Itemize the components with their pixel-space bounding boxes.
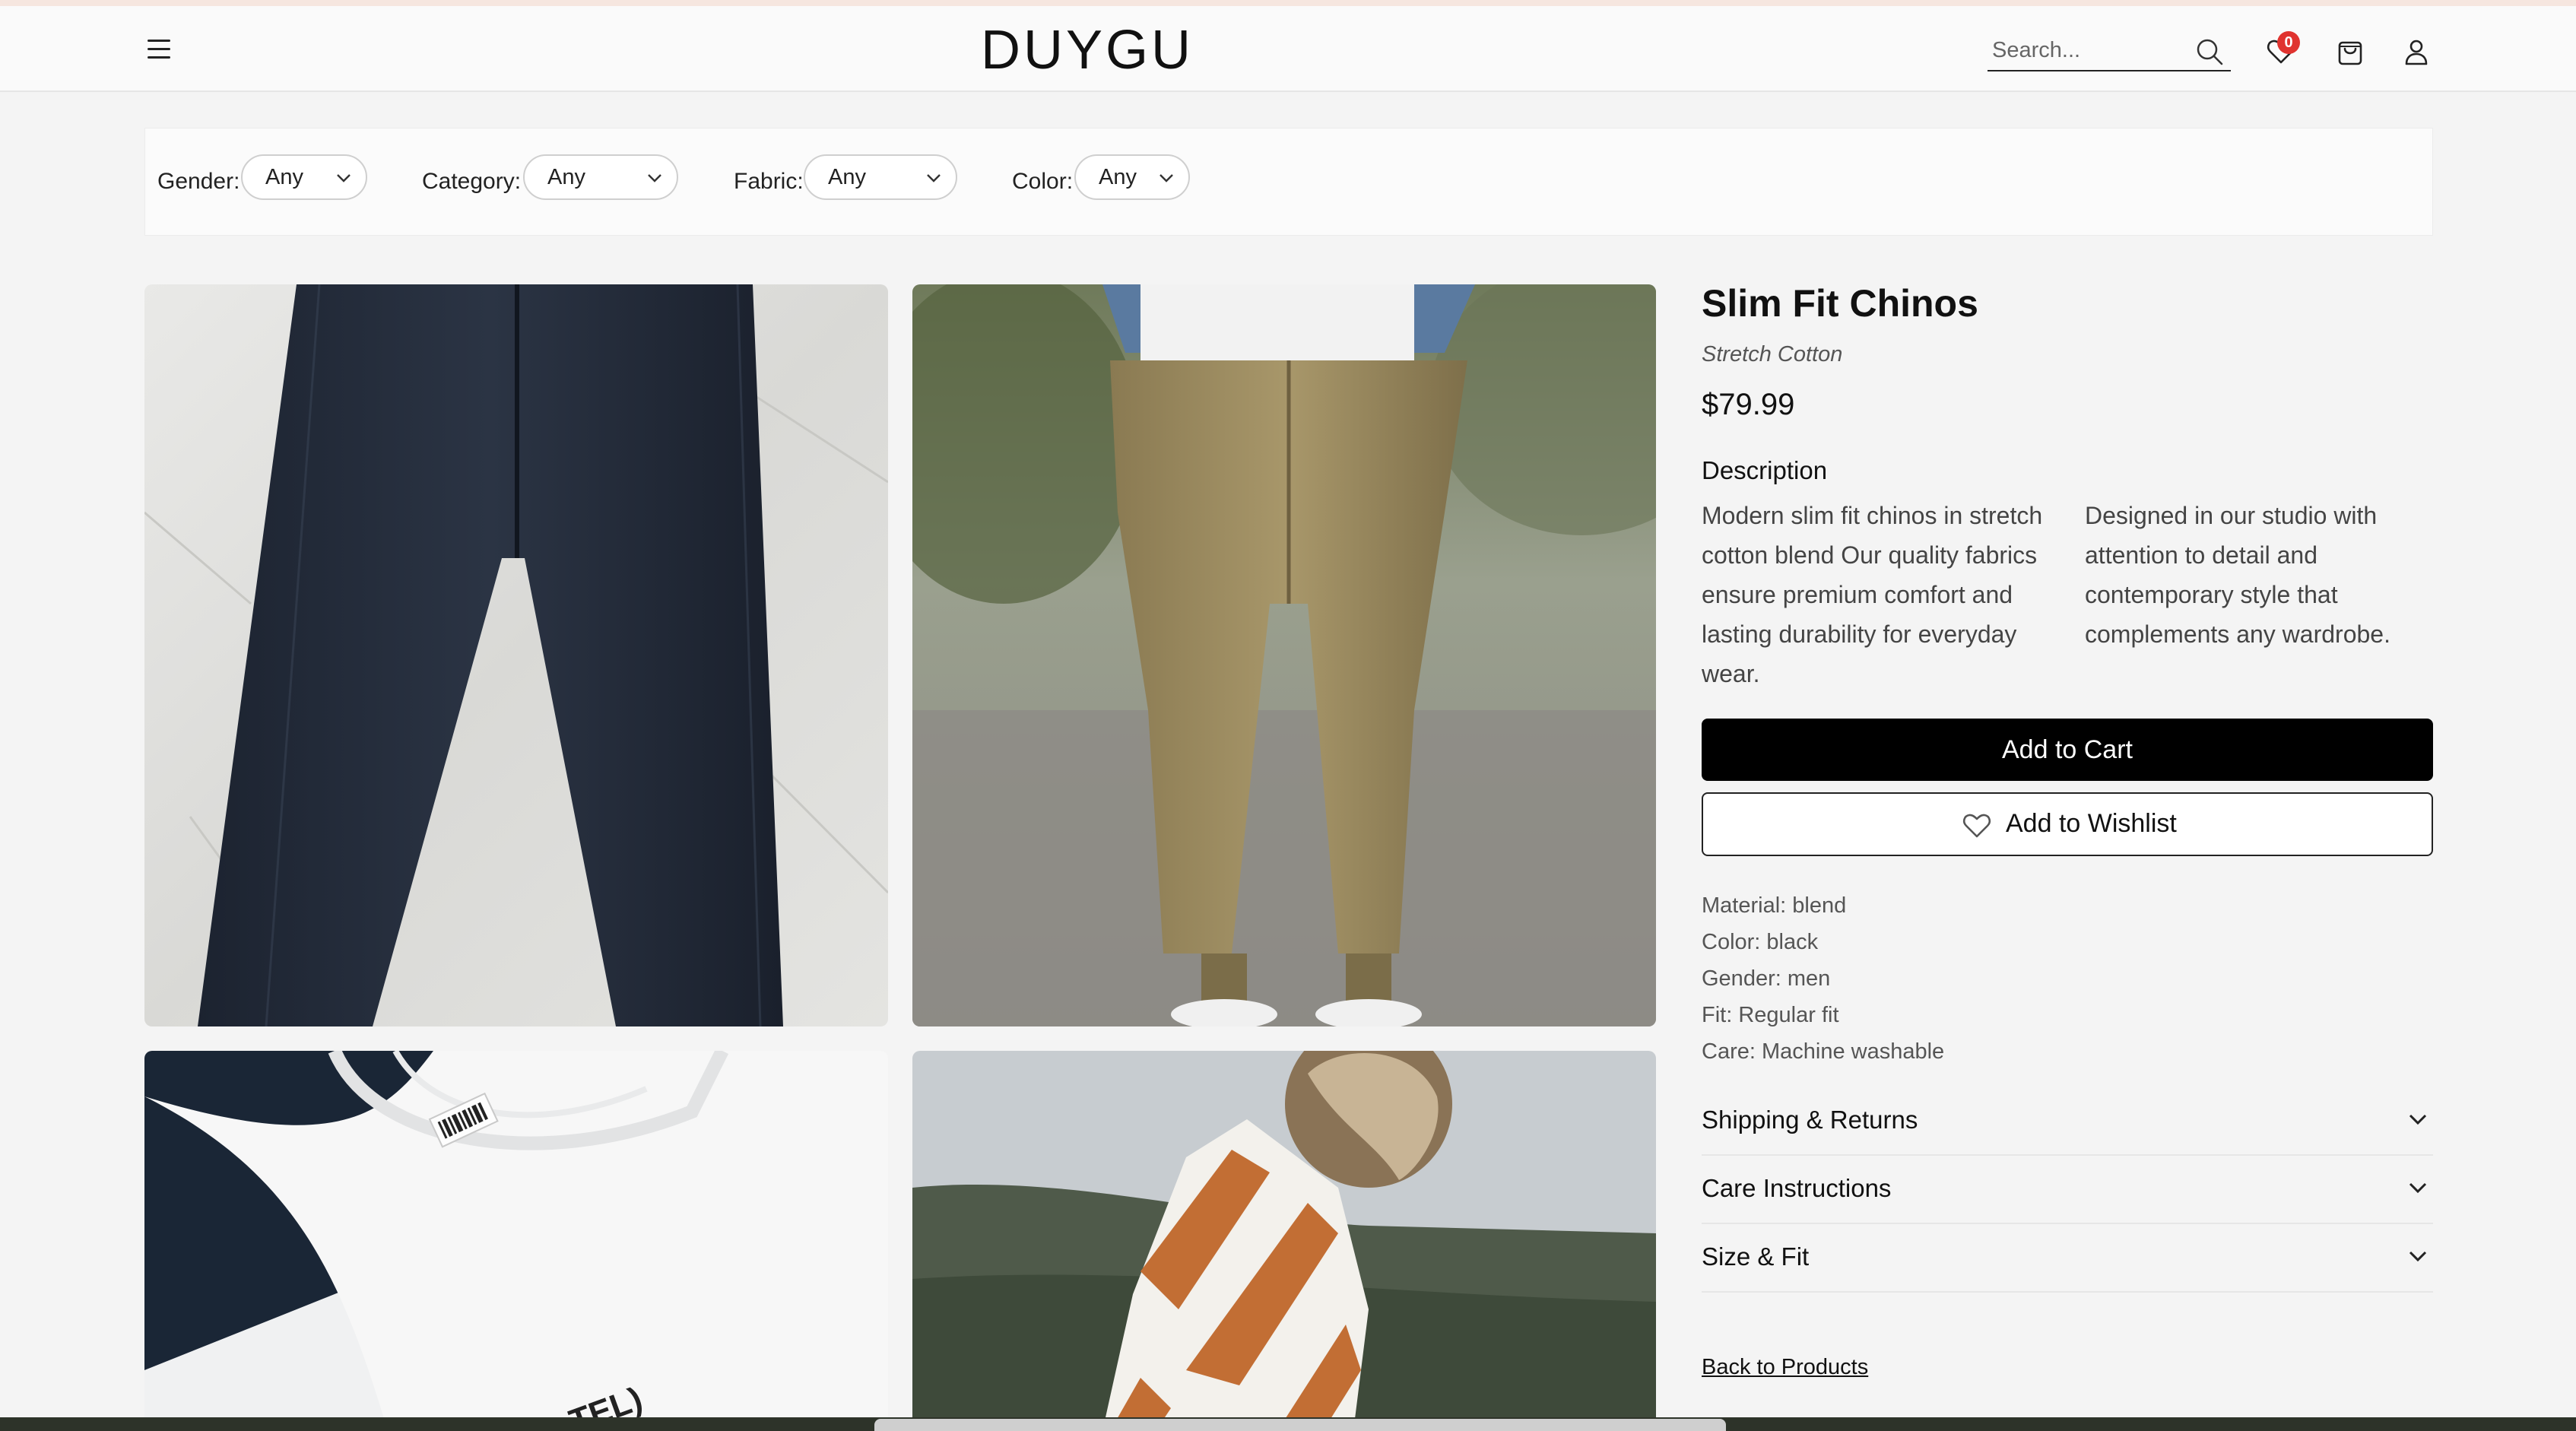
- shopping-bag-icon[interactable]: [2335, 36, 2365, 67]
- filter-label-fabric: Fabric:: [734, 169, 804, 194]
- accordion-label: Care Instructions: [1702, 1174, 1892, 1202]
- horizontal-scrollbar[interactable]: [874, 1419, 1726, 1431]
- search-input[interactable]: [1992, 33, 2182, 67]
- search-bar: [1988, 29, 2231, 71]
- filter-bar: Gender: Any Category: Any Fabric: Any Co…: [144, 128, 2433, 236]
- product-title: Slim Fit Chinos: [1702, 282, 1978, 325]
- gender-select-value: Any: [265, 165, 303, 189]
- chevron-down-icon: [2409, 1251, 2427, 1262]
- accordion-care-instructions[interactable]: Care Instructions: [1702, 1157, 2433, 1224]
- site-header: DUYGU 0: [0, 6, 2576, 92]
- khaki-chinos-image: [912, 284, 1656, 1026]
- category-select-value: Any: [547, 165, 585, 189]
- color-select-value: Any: [1099, 165, 1137, 189]
- search-icon[interactable]: [2194, 36, 2225, 67]
- striped-sweater-image: [912, 1051, 1656, 1431]
- description-text-left: Modern slim fit chinos in stretch cotton…: [1702, 502, 2043, 687]
- product-subtitle: Stretch Cotton: [1702, 342, 1843, 366]
- chevron-down-icon: [927, 174, 941, 182]
- gender-select[interactable]: Any: [241, 154, 367, 200]
- chevron-down-icon: [648, 174, 661, 182]
- white-tshirt-photo[interactable]: TEL): [144, 1051, 888, 1431]
- top-accent-line: [0, 0, 2576, 6]
- spec-color: Color: black: [1702, 930, 1819, 954]
- fabric-select[interactable]: Any: [804, 154, 957, 200]
- accordion-label: Shipping & Returns: [1702, 1106, 1918, 1134]
- filter-label-category: Category:: [422, 169, 522, 194]
- color-select[interactable]: Any: [1074, 154, 1190, 200]
- accordion-shipping-returns[interactable]: Shipping & Returns: [1702, 1089, 2433, 1156]
- dark-jeans-photo[interactable]: [144, 284, 888, 1026]
- spec-material: Material: blend: [1702, 893, 1847, 918]
- add-to-wishlist-button[interactable]: Add to Wishlist: [1702, 792, 2433, 856]
- description-text-right: Designed in our studio with attention to…: [2085, 502, 2390, 648]
- accordion-size-fit[interactable]: Size & Fit: [1702, 1226, 2433, 1293]
- add-to-cart-button[interactable]: Add to Cart: [1702, 719, 2433, 781]
- product-price: $79.99: [1702, 388, 1795, 421]
- description-heading: Description: [1702, 456, 1828, 484]
- category-select[interactable]: Any: [523, 154, 678, 200]
- heart-icon: [1962, 814, 1991, 838]
- chevron-down-icon: [1160, 174, 1173, 182]
- spec-care: Care: Machine washable: [1702, 1039, 1945, 1064]
- site-logo[interactable]: DUYGU: [981, 20, 1191, 81]
- filter-label-gender: Gender:: [157, 169, 240, 194]
- user-icon[interactable]: [2401, 36, 2432, 67]
- back-to-products-link[interactable]: Back to Products: [1702, 1355, 1868, 1380]
- wishlist-count-badge: 0: [2277, 31, 2300, 54]
- striped-sweater-photo[interactable]: [912, 1051, 1656, 1431]
- spec-gender: Gender: men: [1702, 966, 1831, 991]
- menu-icon[interactable]: [144, 36, 175, 62]
- khaki-chinos-photo[interactable]: [912, 284, 1656, 1026]
- white-tshirt-image: TEL): [144, 1051, 888, 1431]
- accordion-label: Size & Fit: [1702, 1242, 1810, 1271]
- spec-fit: Fit: Regular fit: [1702, 1003, 1839, 1027]
- dark-jeans-image: [144, 284, 888, 1026]
- fabric-select-value: Any: [828, 165, 866, 189]
- filter-label-color: Color:: [1012, 169, 1074, 194]
- chevron-down-icon: [337, 174, 351, 182]
- add-to-wishlist-label: Add to Wishlist: [2006, 809, 2177, 838]
- chevron-down-icon: [2409, 1114, 2427, 1125]
- chevron-down-icon: [2409, 1182, 2427, 1194]
